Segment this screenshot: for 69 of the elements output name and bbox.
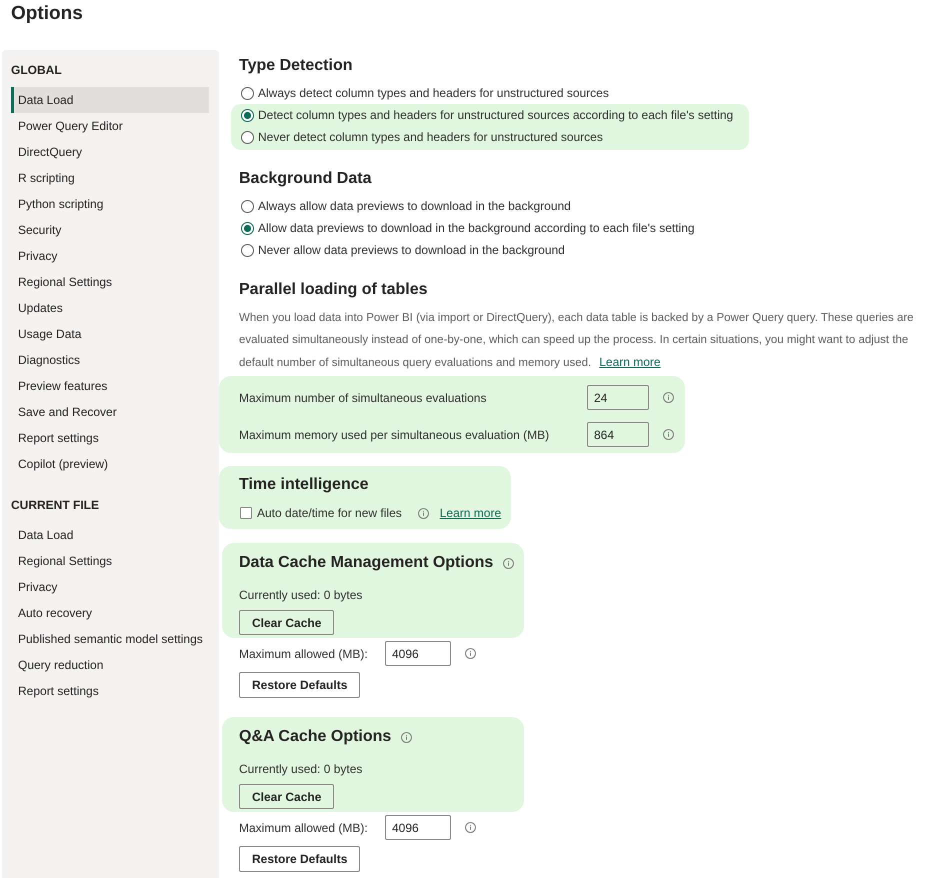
number-field[interactable]: 864 [587, 422, 649, 447]
checkbox[interactable] [240, 507, 252, 519]
info-icon[interactable] [418, 508, 429, 518]
radio-label[interactable]: Allow data previews to download in the background according to each file's setting [258, 220, 695, 236]
info-icon[interactable] [663, 429, 674, 440]
sidebar-item[interactable]: Data Load [11, 87, 209, 113]
radio-icon[interactable] [241, 86, 254, 100]
usage-text: Currently used: 0 bytes [239, 761, 362, 778]
sidebar-item[interactable]: Updates [11, 295, 209, 321]
sidebar-item[interactable]: Preview features [11, 373, 209, 399]
sidebar-item[interactable]: Save and Recover [11, 399, 209, 425]
sidebar-item[interactable]: Copilot (preview) [11, 451, 209, 477]
section-heading: Background Data [239, 169, 372, 189]
sidebar-item[interactable]: Data Load [11, 522, 209, 548]
info-icon[interactable] [401, 732, 412, 742]
radio-icon[interactable] [241, 222, 254, 234]
number-field[interactable]: 4096 [385, 815, 451, 840]
radio-label[interactable]: Always allow data previews to download in the background [258, 198, 571, 214]
sidebar-item[interactable]: Privacy [11, 574, 209, 600]
sidebar-item[interactable]: Report settings [11, 425, 209, 451]
clear-cache-button[interactable]: Clear Cache [239, 784, 334, 809]
description-text: When you load data into Power BI (via import or DirectQuery), each data table is backed by a Power Query query. These queries are evaluated simultaneously instead of one-by-one, which can speed up the process. In certain situations, you might want to adjust the default number of simultaneous query evaluations and memory used. Learn more [239, 311, 915, 371]
sidebar-item[interactable]: Usage Data [11, 321, 209, 347]
info-icon[interactable] [663, 392, 674, 403]
radio-icon[interactable] [241, 108, 254, 122]
clear-cache-button[interactable]: Clear Cache [239, 610, 334, 635]
page-title: Options [11, 2, 83, 26]
field-label: Maximum number of simultaneous evaluations [239, 390, 488, 404]
sidebar-item[interactable]: Auto recovery [11, 600, 209, 626]
learn-more-link[interactable]: Learn more [440, 506, 502, 520]
learn-more-link[interactable]: Learn more [599, 355, 661, 369]
sidebar-item[interactable]: Security [11, 217, 209, 243]
section-heading: Q&A Cache Options [239, 727, 392, 747]
sidebar-item[interactable]: R scripting [11, 165, 209, 191]
sidebar-heading: GLOBAL [10, 62, 62, 78]
info-icon[interactable] [503, 558, 514, 568]
sidebar-item[interactable]: Python scripting [11, 191, 209, 217]
sidebar-heading: CURRENT FILE [10, 497, 99, 513]
radio-icon[interactable] [241, 200, 254, 212]
section-heading: Type Detection [239, 56, 352, 76]
sidebar-item[interactable]: Query reduction [11, 652, 209, 678]
section-heading: Parallel loading of tables [239, 280, 428, 300]
radio-label[interactable]: Never detect column types and headers for unstructured sources [258, 129, 603, 145]
radio-label[interactable]: Detect column types and headers for unstructured sources according to each file's setting [258, 107, 734, 123]
radio-label[interactable]: Never allow data previews to download in the background [258, 242, 565, 258]
sidebar-item[interactable]: Published semantic model settings [11, 626, 209, 652]
sidebar-item[interactable]: DirectQuery [11, 139, 209, 165]
section-heading: Data Cache Management Options [239, 553, 494, 573]
restore-defaults-button[interactable]: Restore Defaults [239, 672, 360, 698]
checkbox-label[interactable]: Auto date/time for new files [257, 506, 402, 520]
sidebar-item[interactable]: Regional Settings [11, 269, 209, 295]
field-label: Maximum allowed (MB): [239, 820, 369, 834]
field-label: Maximum allowed (MB): [239, 646, 369, 660]
info-icon[interactable] [465, 822, 476, 833]
sidebar-item[interactable]: Report settings [11, 678, 209, 704]
radio-label[interactable]: Always detect column types and headers for unstructured sources [258, 85, 609, 101]
radio-icon[interactable] [241, 130, 254, 144]
usage-text: Currently used: 0 bytes [239, 587, 362, 604]
sidebar-item[interactable]: Power Query Editor [11, 113, 209, 139]
sidebar-item[interactable]: Diagnostics [11, 347, 209, 373]
radio-icon[interactable] [241, 244, 254, 256]
sidebar-item[interactable]: Regional Settings [11, 548, 209, 574]
section-heading: Time intelligence [239, 475, 369, 495]
number-field[interactable]: 24 [587, 385, 649, 410]
sidebar-item[interactable]: Privacy [11, 243, 209, 269]
restore-defaults-button[interactable]: Restore Defaults [239, 846, 360, 872]
field-label: Maximum memory used per simultaneous evaluation (MB) [239, 428, 550, 442]
number-field[interactable]: 4096 [385, 641, 451, 666]
info-icon[interactable] [465, 648, 476, 659]
